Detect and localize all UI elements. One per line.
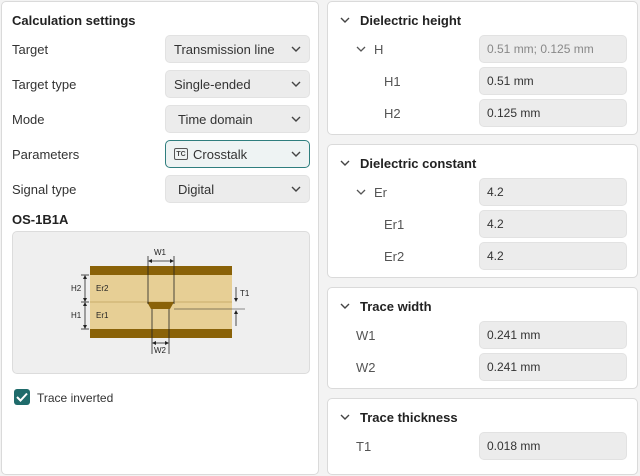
er-field[interactable]: 4.2 xyxy=(479,178,627,206)
target-select-value: Transmission line xyxy=(174,41,275,57)
chevron-down-icon xyxy=(291,46,301,52)
chevron-down-icon xyxy=(340,17,350,23)
chevron-down-icon xyxy=(340,414,350,420)
er-toggle[interactable]: Er xyxy=(356,185,387,200)
chevron-down-icon xyxy=(291,81,301,87)
w2-label: W2 xyxy=(356,360,376,375)
mode-select-value: Time domain xyxy=(178,111,253,127)
trace-width-header[interactable]: Trace width xyxy=(340,299,432,314)
h2-label: H2 xyxy=(384,106,401,121)
chevron-down-icon xyxy=(291,186,301,192)
t1-arrowhead-bottom xyxy=(234,310,238,314)
trace-width-panel: Trace width W1 0.241 mm W2 0.241 mm xyxy=(327,287,638,389)
chevron-down-icon xyxy=(291,116,301,122)
signal-type-select[interactable]: Digital xyxy=(165,175,310,203)
target-select[interactable]: Transmission line xyxy=(165,35,310,63)
chevron-down-icon xyxy=(356,46,366,52)
t1-arrowhead-top xyxy=(234,298,238,302)
chevron-down-icon xyxy=(291,151,301,157)
crosstalk-icon: TC xyxy=(174,148,188,160)
t1-label: T1 xyxy=(356,439,372,454)
t1-field[interactable]: 0.018 mm xyxy=(479,432,627,460)
h-field: 0.51 mm; 0.125 mm xyxy=(479,35,627,63)
trace-inverted-label: Trace inverted xyxy=(37,391,114,405)
chevron-down-icon xyxy=(340,303,350,309)
calculation-settings-title: Calculation settings xyxy=(12,13,136,28)
signal-type-label: Signal type xyxy=(12,182,77,197)
dielectric-height-header[interactable]: Dielectric height xyxy=(340,13,461,28)
target-type-label: Target type xyxy=(12,77,77,92)
stackup-diagram: W1 W2 H2 H1 Er2 Er1 T1 xyxy=(12,231,310,374)
mode-label: Mode xyxy=(12,112,45,127)
checkmark-icon xyxy=(16,392,28,402)
trace-inverted-checkbox[interactable] xyxy=(14,389,30,405)
w1-field[interactable]: 0.241 mm xyxy=(479,321,627,349)
chevron-down-icon xyxy=(340,160,350,166)
trace xyxy=(147,302,174,309)
target-type-select-value: Single-ended xyxy=(174,76,251,92)
bottom-plane xyxy=(90,329,232,338)
dielectric-height-panel: Dielectric height H 0.51 mm; 0.125 mm H1… xyxy=(327,1,638,135)
h1-label: H1 xyxy=(71,311,82,320)
chevron-down-icon xyxy=(356,189,366,195)
trace-width-title: Trace width xyxy=(360,299,432,314)
stackup-diagram-svg: W1 W2 H2 H1 Er2 Er1 T1 xyxy=(71,248,250,355)
target-label: Target xyxy=(12,42,49,57)
trace-thickness-title: Trace thickness xyxy=(360,410,458,425)
er2-label: Er2 xyxy=(384,249,405,264)
dielectric-constant-header[interactable]: Dielectric constant xyxy=(340,156,476,171)
mode-select[interactable]: Time domain xyxy=(165,105,310,133)
dielectric-constant-panel: Dielectric constant Er 4.2 Er1 4.2 Er2 4… xyxy=(327,144,638,278)
calculation-settings-panel: Calculation settings Target Transmission… xyxy=(1,1,319,475)
signal-type-select-value: Digital xyxy=(178,181,215,197)
h2-label: H2 xyxy=(71,284,82,293)
er1-field[interactable]: 4.2 xyxy=(479,210,627,238)
parameters-label: Parameters xyxy=(12,147,80,162)
er-label: Er xyxy=(374,185,387,200)
w1-label: W1 xyxy=(154,248,167,257)
w1-label: W1 xyxy=(356,328,376,343)
structure-title: OS-1B1A xyxy=(12,212,69,227)
t1-label: T1 xyxy=(240,289,250,298)
dielectric-height-title: Dielectric height xyxy=(360,13,462,28)
er2-label: Er2 xyxy=(96,284,109,293)
h1-label: H1 xyxy=(384,74,401,89)
h1-field[interactable]: 0.51 mm xyxy=(479,67,627,95)
er1-label: Er1 xyxy=(384,217,405,232)
trace-thickness-header[interactable]: Trace thickness xyxy=(340,410,458,425)
w2-field[interactable]: 0.241 mm xyxy=(479,353,627,381)
top-plane xyxy=(90,266,232,275)
er2-field[interactable]: 4.2 xyxy=(479,242,627,270)
h-toggle[interactable]: H xyxy=(356,42,383,57)
dielectric-constant-title: Dielectric constant xyxy=(360,156,477,171)
w2-label: W2 xyxy=(154,346,167,355)
trace-thickness-panel: Trace thickness T1 0.018 mm xyxy=(327,398,638,475)
h-label: H xyxy=(374,42,384,57)
target-type-select[interactable]: Single-ended xyxy=(165,70,310,98)
parameters-select-value: Crosstalk xyxy=(193,146,248,162)
parameters-select[interactable]: TC Crosstalk xyxy=(165,140,310,168)
h2-field[interactable]: 0.125 mm xyxy=(479,99,627,127)
er1-label: Er1 xyxy=(96,311,109,320)
